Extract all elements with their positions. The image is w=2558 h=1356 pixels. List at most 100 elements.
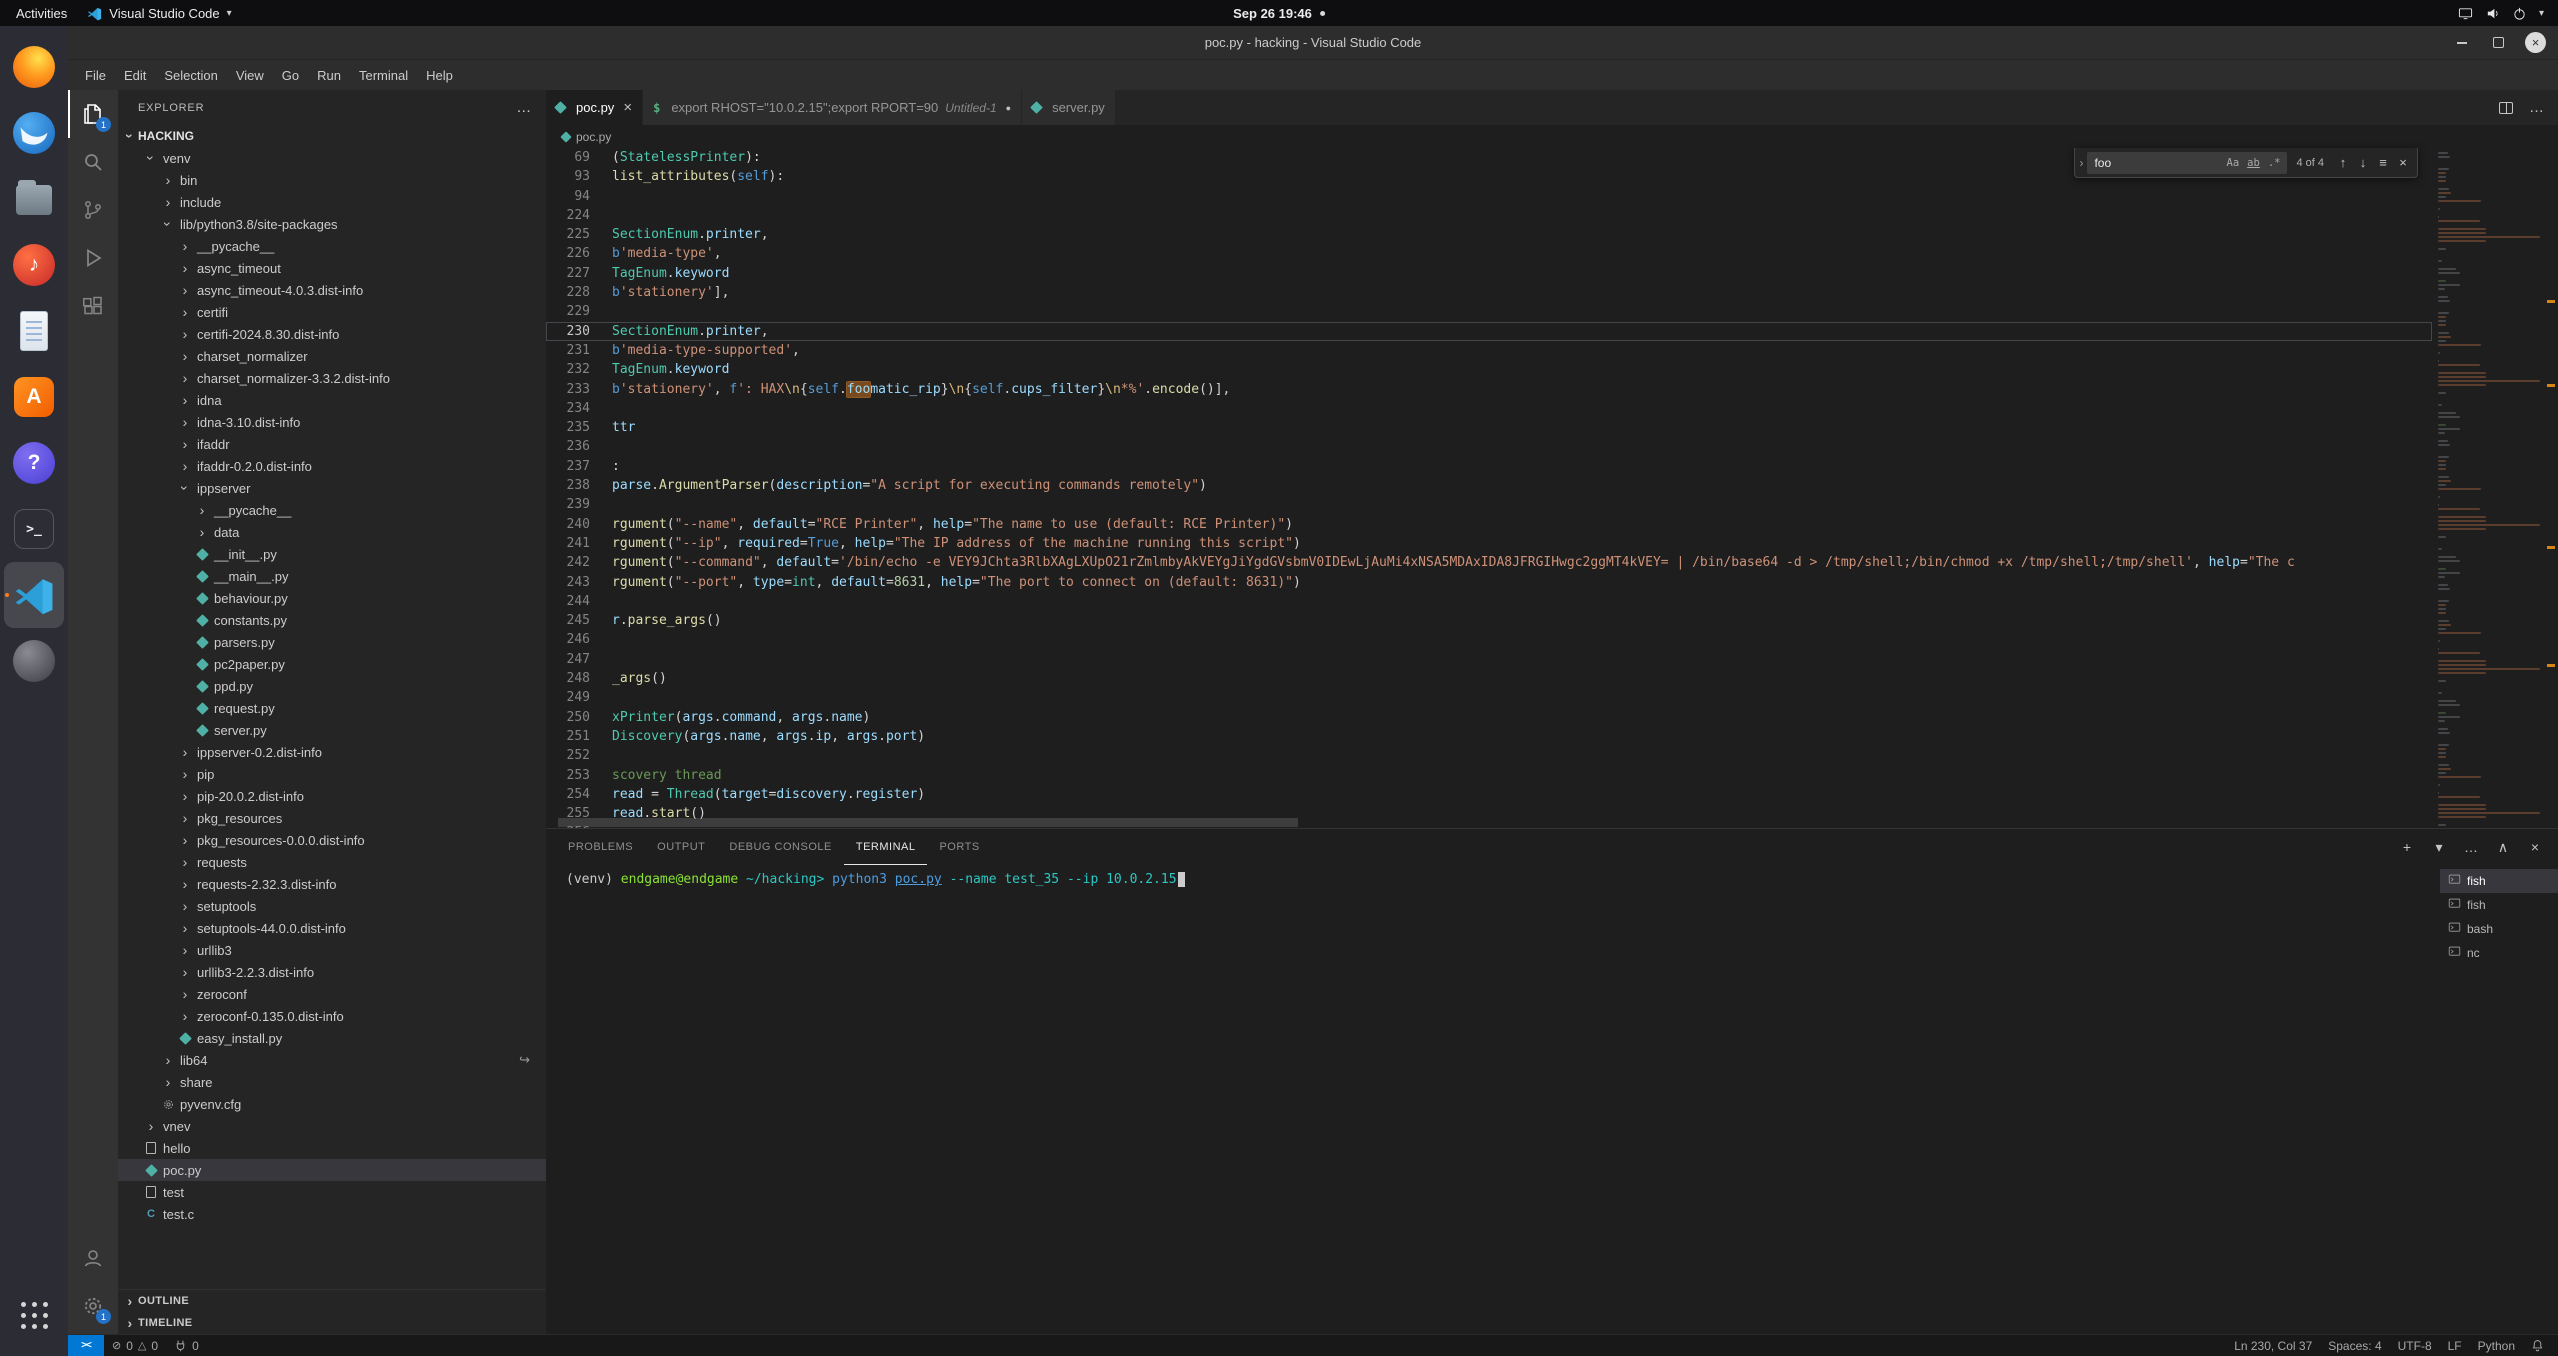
code-line-228[interactable]: 228b'stationery'],	[546, 283, 2432, 302]
tree-file-pyvenv.cfg[interactable]: pyvenv.cfg	[118, 1093, 546, 1115]
cursor-position[interactable]: Ln 230, Col 37	[2226, 1335, 2320, 1356]
code-line-230[interactable]: 230SectionEnum.printer,	[546, 322, 2432, 341]
tree-folder-charset_normalizer-3.3.2.dist-info[interactable]: ›charset_normalizer-3.3.2.dist-info	[118, 367, 546, 389]
tree-folder-certifi[interactable]: ›certifi	[118, 301, 546, 323]
tree-folder-pkg_resources[interactable]: ›pkg_resources	[118, 807, 546, 829]
new-terminal-icon[interactable]: +	[2398, 838, 2416, 856]
menu-file[interactable]: File	[76, 65, 115, 86]
dock-item-firefox[interactable]	[4, 34, 64, 100]
menu-selection[interactable]: Selection	[155, 65, 226, 86]
indentation-indicator[interactable]: Spaces: 4	[2320, 1335, 2389, 1356]
tree-folder-async_timeout[interactable]: ›async_timeout	[118, 257, 546, 279]
close-tab-icon[interactable]: ×	[623, 99, 632, 116]
title-bar[interactable]: poc.py - hacking - Visual Studio Code ×	[68, 26, 2558, 60]
tree-file-ppd.py[interactable]: ppd.py	[118, 675, 546, 697]
eol-indicator[interactable]: LF	[2440, 1335, 2470, 1356]
tree-file-test[interactable]: test	[118, 1181, 546, 1203]
tree-file-test.c[interactable]: Ctest.c	[118, 1203, 546, 1225]
code-line-225[interactable]: 225SectionEnum.printer,	[546, 225, 2432, 244]
tree-folder-ifaddr[interactable]: ›ifaddr	[118, 433, 546, 455]
menu-view[interactable]: View	[227, 65, 273, 86]
tree-folder-certifi-2024.8.30.dist-info[interactable]: ›certifi-2024.8.30.dist-info	[118, 323, 546, 345]
tree-folder-setuptools[interactable]: ›setuptools	[118, 895, 546, 917]
activities-button[interactable]: Activities	[6, 0, 77, 26]
dock-item-show-apps[interactable]	[4, 1282, 64, 1348]
notifications-bell[interactable]	[2523, 1335, 2552, 1356]
code-line-248[interactable]: 248_args()	[546, 669, 2432, 688]
tree-folder-urllib3-2.2.3.dist-info[interactable]: ›urllib3-2.2.3.dist-info	[118, 961, 546, 983]
tree-folder-lib-python3.8-site-packages[interactable]: ›lib/python3.8/site-packages	[118, 213, 546, 235]
tree-folder-include[interactable]: ›include	[118, 191, 546, 213]
tree-folder-zeroconf[interactable]: ›zeroconf	[118, 983, 546, 1005]
terminal-session-fish-1[interactable]: fish	[2440, 893, 2558, 917]
timeline-section[interactable]: › TIMELINE	[118, 1312, 546, 1334]
dock-item-vscode[interactable]	[4, 562, 64, 628]
system-tray[interactable]: ▾	[2458, 0, 2558, 26]
code-line-226[interactable]: 226b'media-type',	[546, 244, 2432, 263]
tree-file-hello[interactable]: hello	[118, 1137, 546, 1159]
terminal-session-nc-3[interactable]: nc	[2440, 941, 2558, 965]
code-line-229[interactable]: 229	[546, 302, 2432, 321]
code-line-231[interactable]: 231b'media-type-supported',	[546, 341, 2432, 360]
dock-item-libreoffice-writer[interactable]	[4, 298, 64, 364]
tree-folder-charset_normalizer[interactable]: ›charset_normalizer	[118, 345, 546, 367]
breadcrumb[interactable]: poc.py	[546, 125, 2558, 148]
tree-folder-requests-2.32.3.dist-info[interactable]: ›requests-2.32.3.dist-info	[118, 873, 546, 895]
tree-file-poc.py[interactable]: poc.py	[118, 1159, 546, 1181]
dock-item-help[interactable]: ?	[4, 430, 64, 496]
tree-folder-pip[interactable]: ›pip	[118, 763, 546, 785]
panel-tab-debug-console[interactable]: DEBUG CONSOLE	[717, 829, 843, 865]
code-line-244[interactable]: 244	[546, 592, 2432, 611]
close-button[interactable]: ×	[2525, 32, 2546, 53]
previous-match-button[interactable]: ↑	[2333, 153, 2353, 173]
activity-bar-manage[interactable]: 1	[68, 1282, 118, 1330]
tree-file-behaviour.py[interactable]: behaviour.py	[118, 587, 546, 609]
activity-bar-extensions[interactable]	[68, 282, 118, 330]
folder-section-header[interactable]: › HACKING	[118, 125, 546, 147]
tree-file-__main__.py[interactable]: __main__.py	[118, 565, 546, 587]
tree-file-constants.py[interactable]: constants.py	[118, 609, 546, 631]
dock-item-thunderbird[interactable]	[4, 100, 64, 166]
panel-tab-ports[interactable]: PORTS	[927, 829, 991, 865]
tree-file-__init__.py[interactable]: __init__.py	[118, 543, 546, 565]
dock-item-files[interactable]	[4, 166, 64, 232]
more-actions-icon[interactable]: …	[2529, 99, 2544, 116]
next-match-button[interactable]: ↓	[2353, 153, 2373, 173]
code-line-240[interactable]: 240rgument("--name", default="RCE Printe…	[546, 515, 2432, 534]
panel-tab-problems[interactable]: PROBLEMS	[556, 829, 645, 865]
code-line-233[interactable]: 233b'stationery', f': HAX\n{self.foomati…	[546, 380, 2432, 399]
dock-item-app[interactable]	[4, 628, 64, 694]
code-line-252[interactable]: 252	[546, 746, 2432, 765]
terminal-session-bash-2[interactable]: bash	[2440, 917, 2558, 941]
tree-file-easy_install.py[interactable]: easy_install.py	[118, 1027, 546, 1049]
overview-ruler[interactable]	[2544, 148, 2558, 828]
minimize-button[interactable]	[2451, 32, 2472, 53]
tree-folder-async_timeout-4.0.3.dist-info[interactable]: ›async_timeout-4.0.3.dist-info	[118, 279, 546, 301]
find-in-selection-button[interactable]: ≡	[2373, 153, 2393, 173]
more-actions-icon[interactable]: …	[2462, 838, 2480, 856]
code-line-224[interactable]: 224	[546, 206, 2432, 225]
ports-indicator[interactable]: 0	[166, 1335, 207, 1356]
activity-bar-accounts[interactable]	[68, 1234, 118, 1282]
menu-help[interactable]: Help	[417, 65, 462, 86]
tree-folder-requests[interactable]: ›requests	[118, 851, 546, 873]
regex-button[interactable]: .*	[2265, 156, 2284, 170]
code-line-227[interactable]: 227TagEnum.keyword	[546, 264, 2432, 283]
tree-folder-data[interactable]: ›data	[118, 521, 546, 543]
panel-tab-output[interactable]: OUTPUT	[645, 829, 717, 865]
tree-folder-ifaddr-0.2.0.dist-info[interactable]: ›ifaddr-0.2.0.dist-info	[118, 455, 546, 477]
tree-folder-urllib3[interactable]: ›urllib3	[118, 939, 546, 961]
tab-poc.py[interactable]: poc.py×	[546, 90, 643, 125]
clock-button[interactable]: Sep 26 19:46	[1233, 0, 1325, 26]
activity-bar-explorer[interactable]: 1	[68, 90, 118, 138]
tree-file-server.py[interactable]: server.py	[118, 719, 546, 741]
tree-folder-pip-20.0.2.dist-info[interactable]: ›pip-20.0.2.dist-info	[118, 785, 546, 807]
activity-bar-source-control[interactable]	[68, 186, 118, 234]
code-line-238[interactable]: 238parse.ArgumentParser(description="A s…	[546, 476, 2432, 495]
code-line-232[interactable]: 232TagEnum.keyword	[546, 360, 2432, 379]
tree-file-request.py[interactable]: request.py	[118, 697, 546, 719]
tree-folder-pkg_resources-0.0.0.dist-info[interactable]: ›pkg_resources-0.0.0.dist-info	[118, 829, 546, 851]
code-line-239[interactable]: 239	[546, 495, 2432, 514]
code-line-247[interactable]: 247	[546, 650, 2432, 669]
code-line-251[interactable]: 251Discovery(args.name, args.ip, args.po…	[546, 727, 2432, 746]
